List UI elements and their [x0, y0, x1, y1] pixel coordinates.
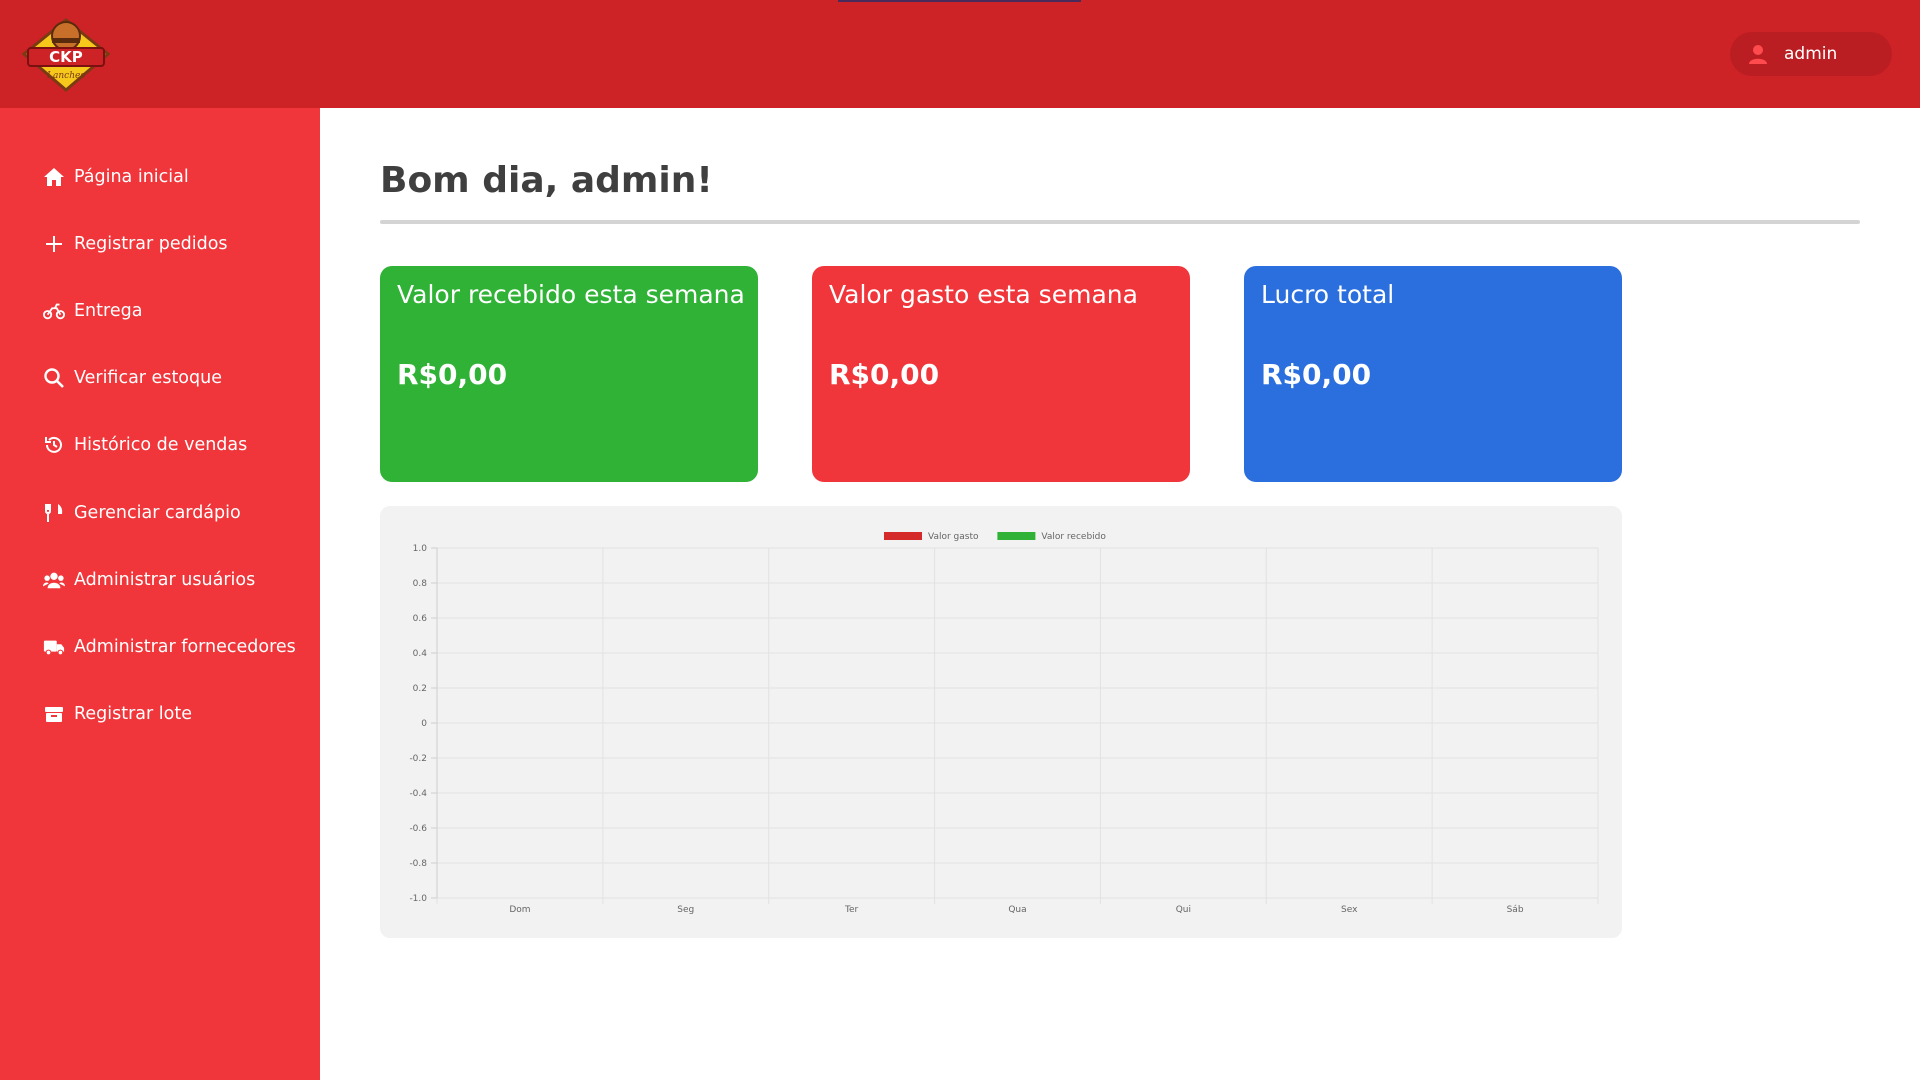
sidebar-item-label: Histórico de vendas [74, 435, 248, 455]
motorcycle-icon [42, 300, 66, 322]
top-header: CKP Lanches admin [0, 0, 1920, 108]
sidebar-item-label: Administrar usuários [74, 570, 256, 590]
sidebar-item-sales-history[interactable]: Histórico de vendas [42, 430, 247, 460]
user-icon [1748, 44, 1768, 64]
logo-text: CKP [49, 48, 83, 66]
sidebar-item-check-stock[interactable]: Verificar estoque [42, 363, 222, 393]
weekly-chart-svg: 1.0 0.8 0.6 0.4 0.2 0 -0.2 -0.4 -0.6 -0.8 -1.0 Dom S… [409, 532, 1599, 915]
x-tick-label: Sex [1341, 905, 1358, 915]
y-tick-label: -0.8 [409, 859, 427, 869]
sidebar-item-manage-suppliers[interactable]: Administrar fornecedores [42, 632, 296, 662]
card-received: Valor recebido esta semana R$0,00 [380, 266, 758, 482]
legend-label: Valor gasto [928, 532, 979, 542]
card-spent-value: R$0,00 [829, 358, 940, 391]
y-tick-label: -0.2 [409, 754, 427, 764]
y-tick-label: 0.4 [413, 649, 428, 659]
search-icon [42, 367, 66, 389]
sidebar-item-delivery[interactable]: Entrega [42, 296, 142, 326]
sidebar-item-label: Página inicial [74, 167, 189, 187]
card-profit-title: Lucro total [1261, 280, 1395, 309]
card-spent: Valor gasto esta semana R$0,00 [812, 266, 1190, 482]
legend-swatch [884, 532, 922, 540]
sidebar-item-label: Registrar lote [74, 704, 192, 724]
users-icon [42, 569, 66, 591]
x-tick-label: Dom [509, 905, 530, 915]
sidebar: Página inicial Registrar pedidos Entrega… [0, 108, 320, 1080]
y-tick-label: 0 [421, 719, 427, 729]
sidebar-item-home[interactable]: Página inicial [42, 162, 189, 192]
logo-subtext: Lanches [46, 71, 85, 81]
sidebar-item-label: Gerenciar cardápio [74, 503, 241, 523]
y-tick-label: -0.4 [409, 789, 427, 799]
legend-swatch [997, 532, 1036, 540]
card-profit-value: R$0,00 [1261, 358, 1372, 391]
history-icon [42, 434, 66, 456]
box-icon [42, 703, 66, 725]
x-tick-label: Seg [677, 905, 694, 915]
sidebar-item-label: Administrar fornecedores [74, 637, 296, 657]
y-tick-label: -1.0 [409, 894, 427, 904]
user-name: admin [1784, 44, 1838, 64]
card-spent-title: Valor gasto esta semana [829, 280, 1138, 309]
x-tick-label: Qua [1008, 905, 1026, 915]
y-tick-label: 0.6 [413, 614, 428, 624]
legend-label: Valor recebido [1041, 532, 1106, 542]
sidebar-item-manage-menu[interactable]: Gerenciar cardápio [42, 498, 241, 528]
sidebar-item-manage-users[interactable]: Administrar usuários [42, 565, 255, 595]
main-content: Bom dia, admin! Valor recebido esta sema… [320, 108, 1920, 1080]
sidebar-item-label: Registrar pedidos [74, 234, 228, 254]
x-tick-label: Ter [844, 905, 859, 915]
y-tick-label: -0.6 [409, 824, 427, 834]
truck-icon [42, 636, 66, 658]
card-received-value: R$0,00 [397, 358, 508, 391]
user-menu[interactable]: admin [1730, 32, 1892, 76]
x-tick-label: Qui [1176, 905, 1191, 915]
y-tick-label: 1.0 [413, 544, 428, 554]
weekly-chart: 1.0 0.8 0.6 0.4 0.2 0 -0.2 -0.4 -0.6 -0.8 -1.0 Dom S… [380, 506, 1622, 938]
page-title: Bom dia, admin! [380, 160, 713, 201]
y-tick-label: 0.8 [413, 579, 428, 589]
home-icon [42, 166, 66, 188]
top-accent-line [838, 0, 1081, 2]
x-tick-label: Sáb [1507, 905, 1524, 915]
card-profit: Lucro total R$0,00 [1244, 266, 1622, 482]
sidebar-item-register-batch[interactable]: Registrar lote [42, 699, 192, 729]
utensils-icon [42, 502, 66, 524]
card-received-title: Valor recebido esta semana [397, 280, 745, 309]
y-tick-label: 0.2 [413, 684, 427, 694]
sidebar-item-label: Entrega [74, 301, 143, 321]
plus-icon [42, 233, 66, 255]
title-divider [380, 220, 1860, 224]
sidebar-item-label: Verificar estoque [74, 368, 222, 388]
brand-logo[interactable]: CKP Lanches [20, 14, 112, 96]
sidebar-item-register-orders[interactable]: Registrar pedidos [42, 229, 228, 259]
